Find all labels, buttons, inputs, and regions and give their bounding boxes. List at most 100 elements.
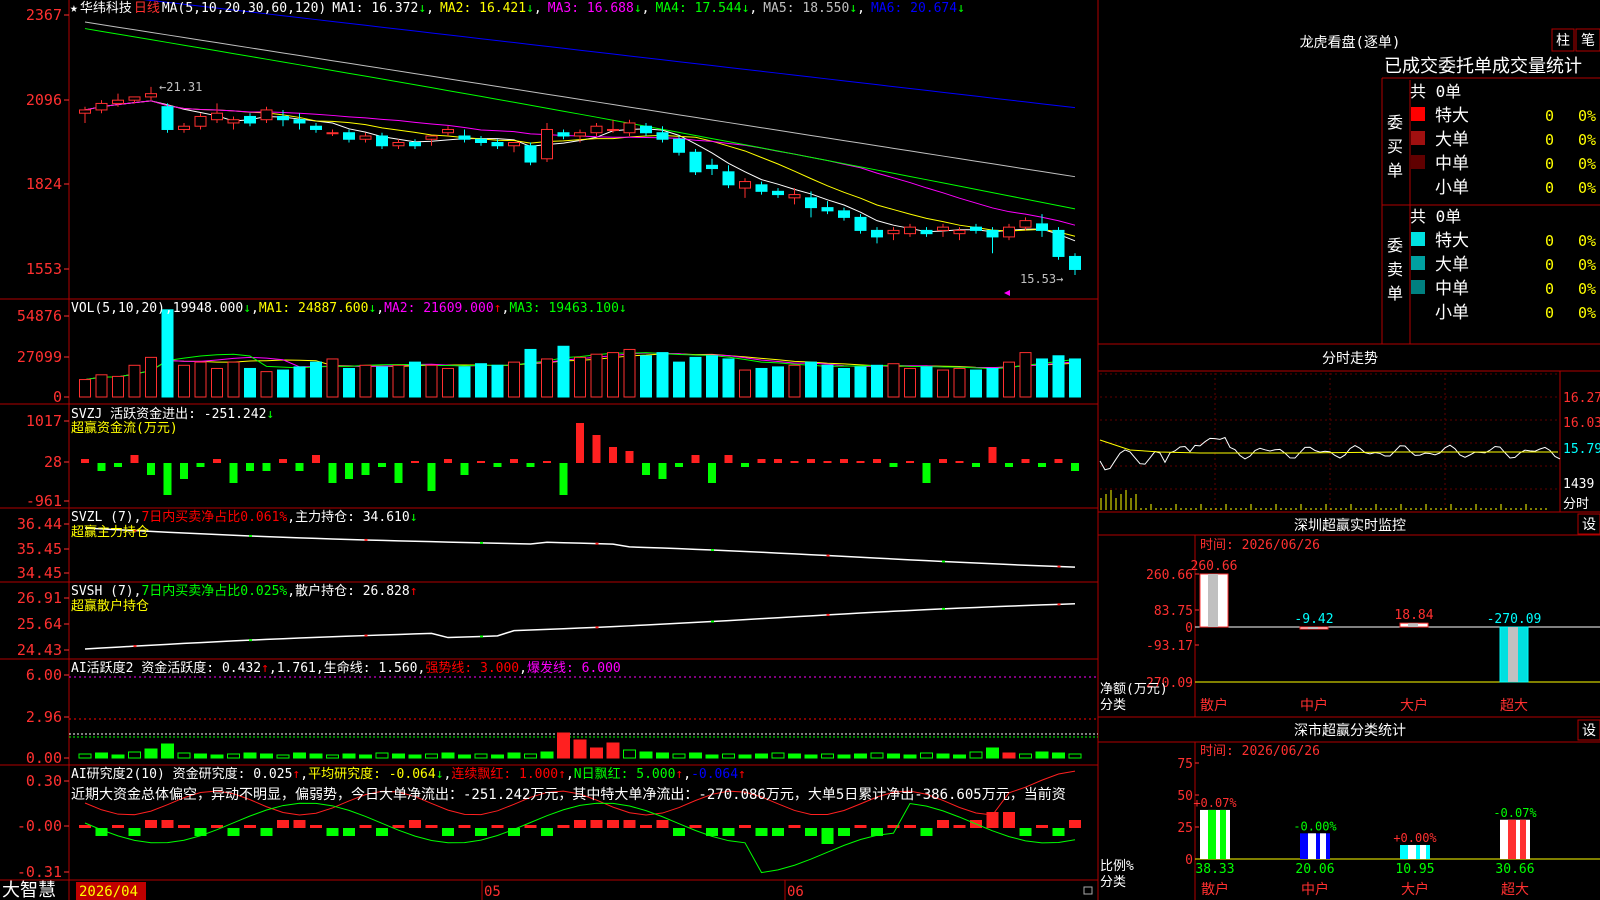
fund-flow-bar[interactable] xyxy=(411,461,419,463)
research-bar[interactable] xyxy=(359,825,372,828)
fund-flow-bar[interactable] xyxy=(675,463,683,467)
fund-flow-bar[interactable] xyxy=(691,455,700,463)
volume-bar[interactable] xyxy=(145,356,157,398)
research-bar[interactable] xyxy=(343,828,355,836)
research-bar[interactable] xyxy=(491,825,504,828)
research-bar[interactable] xyxy=(838,828,850,836)
fund-flow-bar[interactable] xyxy=(592,435,601,463)
fund-flow-bar[interactable] xyxy=(988,447,997,463)
candle-down[interactable] xyxy=(161,103,174,133)
volume-bar[interactable] xyxy=(508,361,520,398)
activity-bar[interactable] xyxy=(177,752,191,759)
fund-flow-bar[interactable] xyxy=(444,459,452,463)
volume-bar[interactable] xyxy=(541,358,553,398)
volume-bar[interactable] xyxy=(706,355,718,398)
volume-bar[interactable] xyxy=(887,363,900,398)
activity-bar[interactable] xyxy=(260,753,273,759)
fund-flow-bar[interactable] xyxy=(609,447,617,463)
candle-down[interactable] xyxy=(854,214,867,234)
activity-bar[interactable] xyxy=(458,754,471,759)
volume-bar[interactable] xyxy=(244,367,256,398)
activity-bar[interactable] xyxy=(821,753,834,759)
fund-flow-bar[interactable] xyxy=(1038,463,1046,467)
research-bar[interactable] xyxy=(475,828,487,836)
volume-bar[interactable] xyxy=(640,355,652,398)
fund-flow-bar[interactable] xyxy=(196,463,205,467)
fund-flow-bar[interactable] xyxy=(213,459,221,463)
activity-bar[interactable] xyxy=(194,753,207,759)
research-bar[interactable] xyxy=(772,828,784,836)
research-bar[interactable] xyxy=(673,828,685,836)
fund-flow-bar[interactable] xyxy=(972,463,980,467)
candle-down[interactable] xyxy=(689,149,702,176)
volume-bar[interactable] xyxy=(623,348,636,398)
fund-flow-bar[interactable] xyxy=(856,461,865,463)
fund-flow-bar[interactable] xyxy=(1005,463,1013,467)
research-bar[interactable] xyxy=(326,828,339,836)
research-bar[interactable] xyxy=(260,828,273,836)
volume-bar[interactable] xyxy=(178,364,190,398)
activity-bar[interactable] xyxy=(1068,753,1082,759)
fund-flow-bar[interactable] xyxy=(625,451,634,463)
volume-bar[interactable] xyxy=(376,366,388,398)
activity-bar[interactable] xyxy=(1052,752,1065,759)
stock-chart[interactable]: ←21.3115.53→ VOL(5,10,20),19948.000↓,MA1… xyxy=(0,0,1600,900)
fund-flow-bar[interactable] xyxy=(1071,463,1079,471)
activity-bar[interactable] xyxy=(95,752,108,759)
research-bar[interactable] xyxy=(194,828,207,836)
volume-bar[interactable] xyxy=(772,366,784,398)
volume-bar[interactable] xyxy=(409,361,421,398)
research-bar[interactable] xyxy=(227,828,240,836)
research-bar[interactable] xyxy=(607,820,619,828)
volume-bar[interactable] xyxy=(953,367,966,398)
volume-bar[interactable] xyxy=(128,364,141,398)
volume-bar[interactable] xyxy=(161,309,174,398)
volume-bar[interactable] xyxy=(112,375,124,398)
fund-flow-bar[interactable] xyxy=(510,459,518,463)
research-bar[interactable] xyxy=(689,825,702,828)
volume-bar[interactable] xyxy=(937,369,949,398)
activity-bar[interactable] xyxy=(623,749,636,759)
activity-bar[interactable] xyxy=(276,754,290,759)
fund-flow-bar[interactable] xyxy=(279,459,287,463)
fund-flow-bar[interactable] xyxy=(790,461,799,463)
fund-flow-bar[interactable] xyxy=(576,423,584,463)
fund-flow-bar[interactable] xyxy=(559,463,568,495)
activity-bar[interactable] xyxy=(590,747,603,759)
research-bar[interactable] xyxy=(112,825,124,828)
research-bar[interactable] xyxy=(722,828,735,836)
research-bar[interactable] xyxy=(392,825,405,828)
research-bar[interactable] xyxy=(178,825,190,828)
volume-bar[interactable] xyxy=(1036,358,1048,398)
activity-bar[interactable] xyxy=(540,751,554,759)
volume-bar[interactable] xyxy=(491,364,504,398)
activity-bar[interactable] xyxy=(392,753,405,759)
activity-bar[interactable] xyxy=(425,753,438,759)
fund-flow-bar[interactable] xyxy=(147,463,155,475)
volume-bar[interactable] xyxy=(673,361,685,398)
activity-bar[interactable] xyxy=(111,754,125,759)
activity-bar[interactable] xyxy=(903,754,917,759)
volume-bar[interactable] xyxy=(475,363,487,398)
volume-bar[interactable] xyxy=(524,348,537,398)
volume-bar[interactable] xyxy=(970,369,982,398)
volume-bar[interactable] xyxy=(1052,355,1065,398)
volume-bar[interactable] xyxy=(1069,358,1081,398)
fund-flow-bar[interactable] xyxy=(262,463,271,471)
volume-bar[interactable] xyxy=(310,361,322,398)
candle-down[interactable] xyxy=(1052,227,1065,260)
fund-flow-bar[interactable] xyxy=(427,463,436,491)
research-bar[interactable] xyxy=(95,828,108,836)
activity-bar[interactable] xyxy=(656,752,669,759)
fund-flow-bar[interactable] xyxy=(114,463,122,467)
activity-bar[interactable] xyxy=(722,753,735,759)
volume-bar[interactable] xyxy=(755,367,768,398)
fund-flow-bar[interactable] xyxy=(345,463,353,479)
volume-bar[interactable] xyxy=(871,364,883,398)
fund-flow-bar[interactable] xyxy=(757,459,766,463)
research-bar[interactable] xyxy=(458,825,471,828)
activity-bar[interactable] xyxy=(1035,751,1049,759)
candle-down[interactable] xyxy=(524,142,537,166)
fund-flow-bar[interactable] xyxy=(543,461,551,463)
activity-bar[interactable] xyxy=(408,754,422,759)
